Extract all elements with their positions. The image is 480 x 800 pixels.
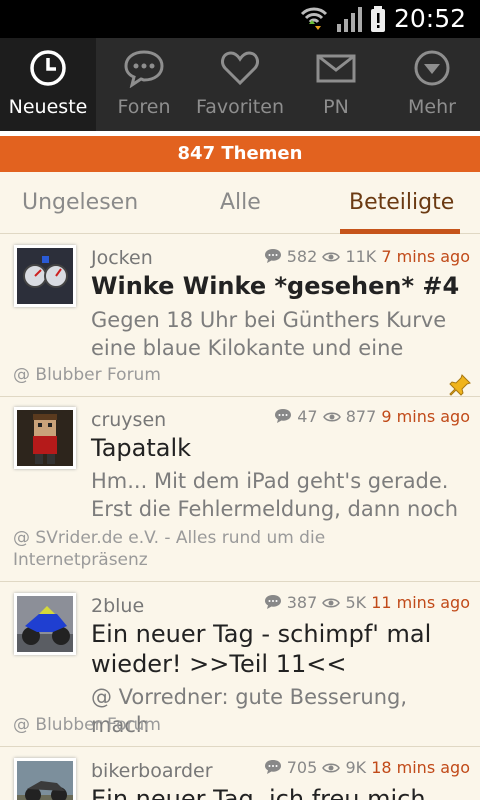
nav-label: Favoriten bbox=[196, 96, 284, 118]
eye-icon bbox=[322, 598, 341, 608]
topic-snippet: Hm... Mit dem iPad geht's gerade. Erst d… bbox=[91, 469, 459, 521]
eye-icon bbox=[322, 763, 341, 773]
topic-title: Ein neuer Tag - schimpf' mal wieder! >>T… bbox=[91, 620, 432, 678]
heart-icon bbox=[221, 51, 259, 86]
topic-row[interactable]: cruysen 47 877 9 mins ago Tapatalk Hm...… bbox=[0, 397, 480, 582]
topic-forum: @ Blubber Forum bbox=[13, 365, 161, 385]
reply-count: 705 bbox=[286, 758, 318, 777]
nav-label: Foren bbox=[117, 96, 171, 118]
topic-forum: @ Blubber Forum bbox=[13, 715, 161, 735]
topic-row[interactable]: 2blue 387 5K 11 mins ago Ein neuer Tag -… bbox=[0, 583, 480, 747]
comment-icon bbox=[275, 409, 292, 423]
status-bar: 20:52 bbox=[0, 0, 480, 38]
eye-icon bbox=[322, 252, 341, 262]
topic-row[interactable]: bikerboarder 705 9K 18 mins ago Ein neue… bbox=[0, 748, 480, 800]
view-count: 5K bbox=[345, 593, 367, 612]
top-nav: Neueste Foren Favoriten PN Mehr bbox=[0, 38, 480, 131]
topic-meta: 47 877 9 mins ago bbox=[274, 407, 470, 426]
nav-item-favoriten[interactable]: Favoriten bbox=[192, 38, 288, 131]
chat-bubble-icon bbox=[124, 50, 164, 88]
nav-label: Neueste bbox=[8, 96, 88, 118]
topic-author: bikerboarder bbox=[91, 760, 213, 782]
comment-icon bbox=[264, 249, 281, 263]
nav-label: Mehr bbox=[408, 96, 456, 118]
topic-author: Jocken bbox=[91, 247, 153, 269]
tab-beteiligte[interactable]: Beteiligte bbox=[349, 190, 454, 215]
avatar bbox=[14, 758, 76, 800]
signal-icon bbox=[337, 7, 362, 32]
reply-count: 387 bbox=[286, 593, 318, 612]
envelope-icon bbox=[316, 54, 356, 83]
topic-snippet: Gegen 18 Uhr bei Günthers Kurve eine bla… bbox=[91, 308, 447, 360]
topic-author: cruysen bbox=[91, 409, 167, 431]
topic-count-banner: 847 Themen bbox=[0, 136, 480, 172]
topic-meta: 582 11K 7 mins ago bbox=[264, 247, 470, 266]
nav-label: PN bbox=[323, 96, 349, 118]
comment-icon bbox=[264, 595, 281, 609]
active-tab-indicator bbox=[340, 229, 460, 234]
filter-tabs: Ungelesen Alle Beteiligte bbox=[0, 172, 480, 234]
comment-icon bbox=[264, 760, 281, 774]
topic-title: Winke Winke *gesehen* #4 bbox=[91, 272, 460, 300]
avatar bbox=[14, 593, 76, 655]
topic-time: 18 mins ago bbox=[371, 758, 470, 777]
topic-time: 7 mins ago bbox=[381, 247, 470, 266]
view-count: 9K bbox=[345, 758, 367, 777]
clock-icon bbox=[30, 50, 66, 86]
view-count: 877 bbox=[345, 407, 377, 426]
eye-icon bbox=[322, 412, 341, 422]
nav-item-foren[interactable]: Foren bbox=[96, 38, 192, 131]
topic-title: Tapatalk bbox=[91, 434, 192, 462]
avatar bbox=[14, 245, 76, 307]
topic-meta: 705 9K 18 mins ago bbox=[264, 758, 470, 777]
view-count: 11K bbox=[345, 247, 377, 266]
topic-title: Ein neuer Tag, ich freu mich bbox=[91, 785, 426, 800]
battery-alert-icon bbox=[371, 6, 385, 32]
chevron-down-icon bbox=[414, 50, 450, 86]
tab-alle[interactable]: Alle bbox=[220, 190, 261, 215]
nav-item-mehr[interactable]: Mehr bbox=[384, 38, 480, 131]
wifi-icon bbox=[300, 7, 328, 30]
clock-time: 20:52 bbox=[393, 4, 466, 33]
topic-time: 9 mins ago bbox=[381, 407, 470, 426]
reply-count: 582 bbox=[286, 247, 318, 266]
topic-row[interactable]: Jocken 582 11K 7 mins ago Winke Winke *g… bbox=[0, 235, 480, 397]
topic-author: 2blue bbox=[91, 595, 145, 617]
tab-ungelesen[interactable]: Ungelesen bbox=[22, 190, 138, 215]
topic-meta: 387 5K 11 mins ago bbox=[264, 593, 470, 612]
topic-time: 11 mins ago bbox=[371, 593, 470, 612]
reply-count: 47 bbox=[297, 407, 318, 426]
topic-forum: @ SVrider.de e.V. - Alles rund um die In… bbox=[13, 528, 326, 570]
nav-item-neueste[interactable]: Neueste bbox=[0, 38, 96, 131]
avatar bbox=[14, 407, 76, 469]
pin-icon bbox=[449, 374, 471, 396]
nav-item-pn[interactable]: PN bbox=[288, 38, 384, 131]
